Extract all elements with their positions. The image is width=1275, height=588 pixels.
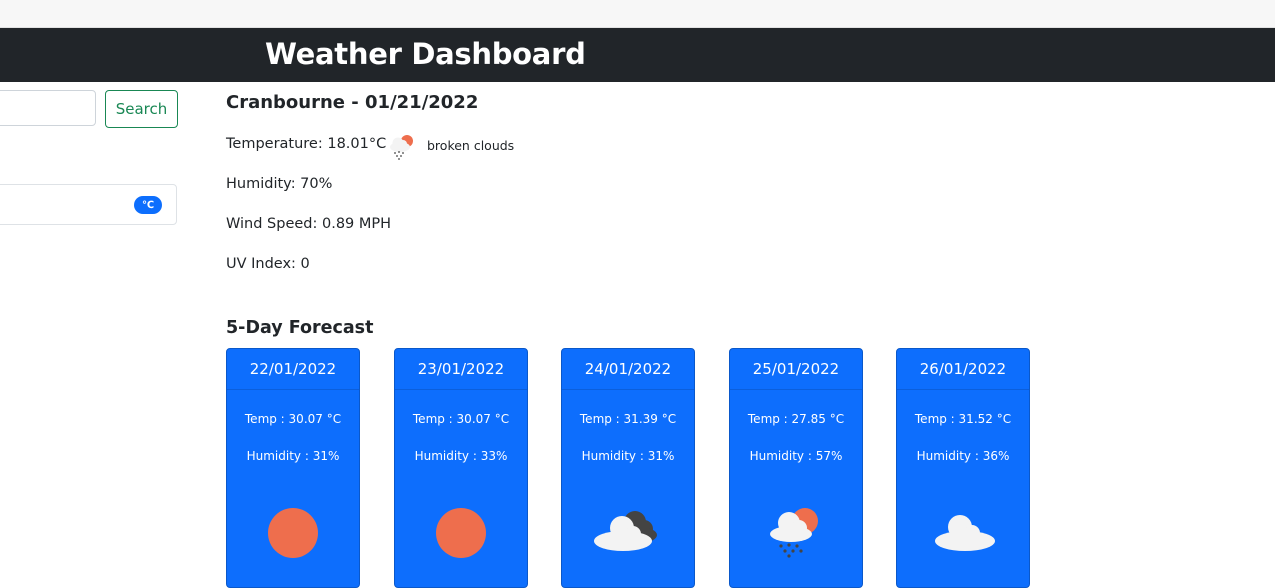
forecast-temp: Temp : 30.07 °C: [244, 412, 342, 426]
forecast-humidity: Humidity : 31%: [581, 449, 675, 463]
forecast-date: 22/01/2022: [227, 349, 359, 390]
forecast-humidity: Humidity : 33%: [414, 449, 508, 463]
rain-sun-cloud-icon: [770, 508, 818, 558]
forecast-humidity: Humidity : 31%: [246, 449, 340, 463]
dark-clouds-icon: [594, 511, 657, 551]
rain-sun-cloud-icon: [390, 135, 413, 160]
forecast-date: 25/01/2022: [730, 349, 862, 390]
forecast-date: 24/01/2022: [562, 349, 694, 390]
forecast-temp: Temp : 31.39 °C: [579, 412, 677, 426]
forecast-card: 26/01/2022 Temp : 31.52 °C Humidity : 36…: [896, 348, 1030, 588]
forecast-card: 22/01/2022 Temp : 30.07 °C Humidity : 31…: [226, 348, 360, 588]
forecast-card: 25/01/2022 Temp : 27.85 °C Humidity : 57…: [729, 348, 863, 588]
forecast-temp: Temp : 27.85 °C: [747, 412, 845, 426]
page-title: Weather Dashboard: [265, 37, 586, 71]
forecast-temp: Temp : 30.07 °C: [412, 412, 510, 426]
celsius-toggle-badge[interactable]: ℃: [134, 196, 162, 214]
current-wind-speed: Wind Speed: 0.89 MPH: [226, 216, 392, 232]
sun-icon: [268, 508, 318, 558]
search-history-item[interactable]: ℃: [0, 184, 177, 225]
forecast-date: 23/01/2022: [395, 349, 527, 390]
current-uv-index: UV Index: 0: [226, 256, 310, 272]
forecast-date: 26/01/2022: [897, 349, 1029, 390]
forecast-card: 24/01/2022 Temp : 31.39 °C Humidity : 31…: [561, 348, 695, 588]
navbar: Weather Dashboard: [0, 28, 1275, 82]
forecast-card: 23/01/2022 Temp : 30.07 °C Humidity : 33…: [394, 348, 528, 588]
forecast-temp: Temp : 31.52 °C: [914, 412, 1012, 426]
forecast-heading: 5-Day Forecast: [226, 318, 374, 338]
sun-icon: [436, 508, 486, 558]
current-temperature: Temperature: 18.01°C: [226, 136, 387, 152]
browser-top-strip: [0, 0, 1275, 28]
forecast-humidity: Humidity : 57%: [749, 449, 843, 463]
city-search-input[interactable]: [0, 90, 96, 126]
current-city-heading: Cranbourne - 01/21/2022: [226, 92, 479, 113]
weather-description: broken clouds: [427, 138, 515, 153]
search-button[interactable]: Search: [105, 90, 178, 128]
cloud-icon: [935, 515, 995, 551]
current-humidity: Humidity: 70%: [226, 176, 333, 192]
forecast-humidity: Humidity : 36%: [916, 449, 1010, 463]
